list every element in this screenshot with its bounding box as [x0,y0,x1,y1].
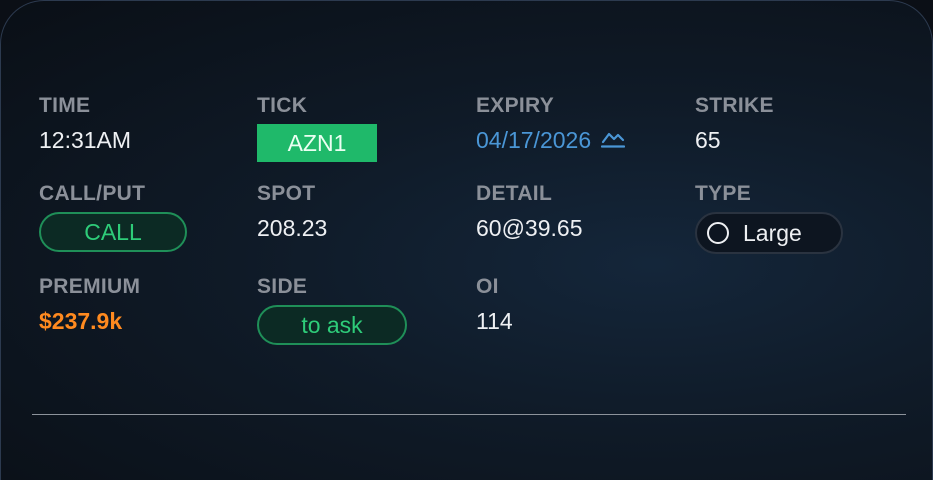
tick-label: TICK [257,94,308,117]
premium-label: PREMIUM [39,275,141,298]
oi-label: OI [476,275,499,298]
call-put-badge[interactable]: CALL [39,212,187,252]
premium-value: $237.9k [39,308,123,334]
strike-field: STRIKE 65 [695,94,774,154]
spot-value: 208.23 [257,215,328,241]
side-label: SIDE [257,275,308,298]
detail-field: DETAIL 60@39.65 [476,182,583,242]
detail-value: 60@39.65 [476,215,583,241]
side-field: SIDE to ask [257,275,407,345]
spot-label: SPOT [257,182,316,205]
option-flow-card: TIME 12:31AM TICK AZN1 EXPIRY 04/17/2026… [0,0,933,480]
side-badge[interactable]: to ask [257,305,407,345]
expiry-value[interactable]: 04/17/2026 [476,126,591,154]
strike-label: STRIKE [695,94,774,117]
time-value: 12:31AM [39,127,132,153]
time-field: TIME 12:31AM [39,94,131,154]
type-field: TYPE Large [695,182,843,254]
call-put-field: CALL/PUT CALL [39,182,187,252]
circle-icon [707,222,729,244]
call-put-label: CALL/PUT [39,182,146,205]
type-value: Large [743,219,802,246]
chart-line-icon[interactable] [601,126,626,154]
premium-field: PREMIUM $237.9k [39,275,140,335]
tick-badge[interactable]: AZN1 [257,124,377,162]
type-label: TYPE [695,182,752,205]
type-badge[interactable]: Large [695,212,843,254]
expiry-label: EXPIRY [476,94,555,117]
spot-field: SPOT 208.23 [257,182,327,242]
detail-label: DETAIL [476,182,553,205]
strike-value: 65 [695,127,721,153]
time-label: TIME [39,94,91,117]
tick-field: TICK AZN1 [257,94,377,162]
expiry-link[interactable]: 04/17/2026 [476,126,626,154]
divider [32,414,906,415]
oi-value: 114 [476,308,513,334]
expiry-field: EXPIRY 04/17/2026 [476,94,626,154]
oi-field: OI 114 [476,275,513,335]
